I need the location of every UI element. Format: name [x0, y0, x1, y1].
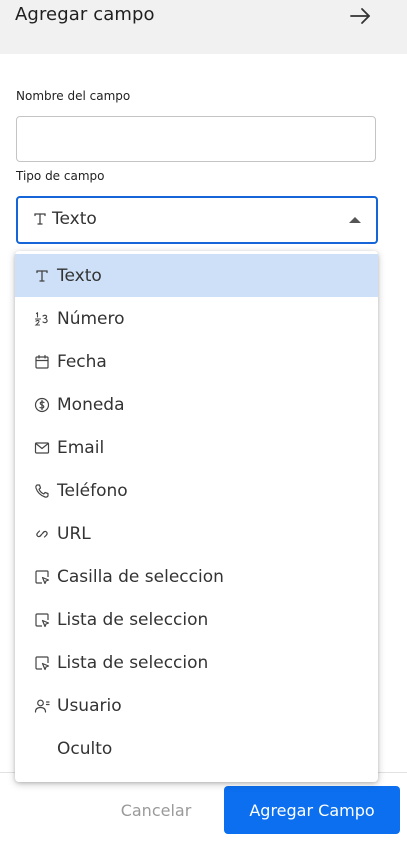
menu-item[interactable]: Casilla de seleccion [15, 555, 378, 598]
menu-item[interactable]: Fecha [15, 340, 378, 383]
phone-icon [33, 482, 51, 500]
menu-item[interactable]: Oculto [15, 727, 378, 770]
menu-item-label: Texto [57, 265, 102, 286]
field-type-select[interactable]: Texto [16, 196, 378, 244]
menu-item-label: Email [57, 437, 105, 458]
menu-item-label: Lista de seleccion [57, 652, 209, 673]
calendar-icon [33, 353, 51, 371]
menu-item-label: Moneda [57, 394, 125, 415]
text-type-icon [32, 211, 48, 227]
user-icon [33, 697, 51, 715]
menu-item[interactable]: Número [15, 297, 378, 340]
menu-item[interactable]: URL [15, 512, 378, 555]
number-icon [33, 310, 51, 328]
menu-item-label: Casilla de seleccion [57, 566, 224, 587]
menu-item-label: Fecha [57, 351, 107, 372]
field-type-options: Texto Número Fecha Moneda Email Teléfono URL Ca… [15, 254, 378, 770]
add-field-button[interactable]: Agregar Campo [224, 786, 400, 834]
cancel-button[interactable]: Cancelar [105, 786, 207, 834]
field-name-input[interactable] [16, 116, 376, 162]
menu-item[interactable]: Texto [15, 254, 378, 297]
menu-item-label: Teléfono [57, 480, 128, 501]
field-type-label: Tipo de campo [16, 169, 105, 183]
dollar-icon [33, 396, 51, 414]
field-type-menu: Texto Número Fecha Moneda Email Teléfono URL Ca… [15, 251, 378, 782]
field-type-selected-label: Texto [52, 209, 97, 229]
link-icon [33, 525, 51, 543]
field-name-label: Nombre del campo [16, 89, 131, 103]
text-type-icon [33, 267, 51, 285]
menu-item-label: Lista de seleccion [57, 609, 209, 630]
select-cursor-icon [33, 654, 51, 672]
menu-item-label: Oculto [57, 738, 113, 759]
menu-item[interactable]: Lista de seleccion [15, 641, 378, 684]
menu-item[interactable]: Email [15, 426, 378, 469]
menu-item-label: Número [57, 308, 125, 329]
menu-item[interactable]: Usuario [15, 684, 378, 727]
caret-up-icon [349, 217, 361, 223]
menu-item-label: URL [57, 523, 91, 544]
arrow-right-icon[interactable] [348, 4, 372, 28]
panel-title: Agregar campo [15, 4, 155, 25]
menu-item[interactable]: Lista de seleccion [15, 598, 378, 641]
menu-item[interactable]: Moneda [15, 383, 378, 426]
select-cursor-icon [33, 611, 51, 629]
menu-item[interactable]: Teléfono [15, 469, 378, 512]
panel-header: Agregar campo [0, 0, 407, 54]
menu-item-label: Usuario [57, 695, 122, 716]
mail-icon [33, 439, 51, 457]
field-type-selected: Texto [32, 209, 97, 229]
select-cursor-icon [33, 568, 51, 586]
